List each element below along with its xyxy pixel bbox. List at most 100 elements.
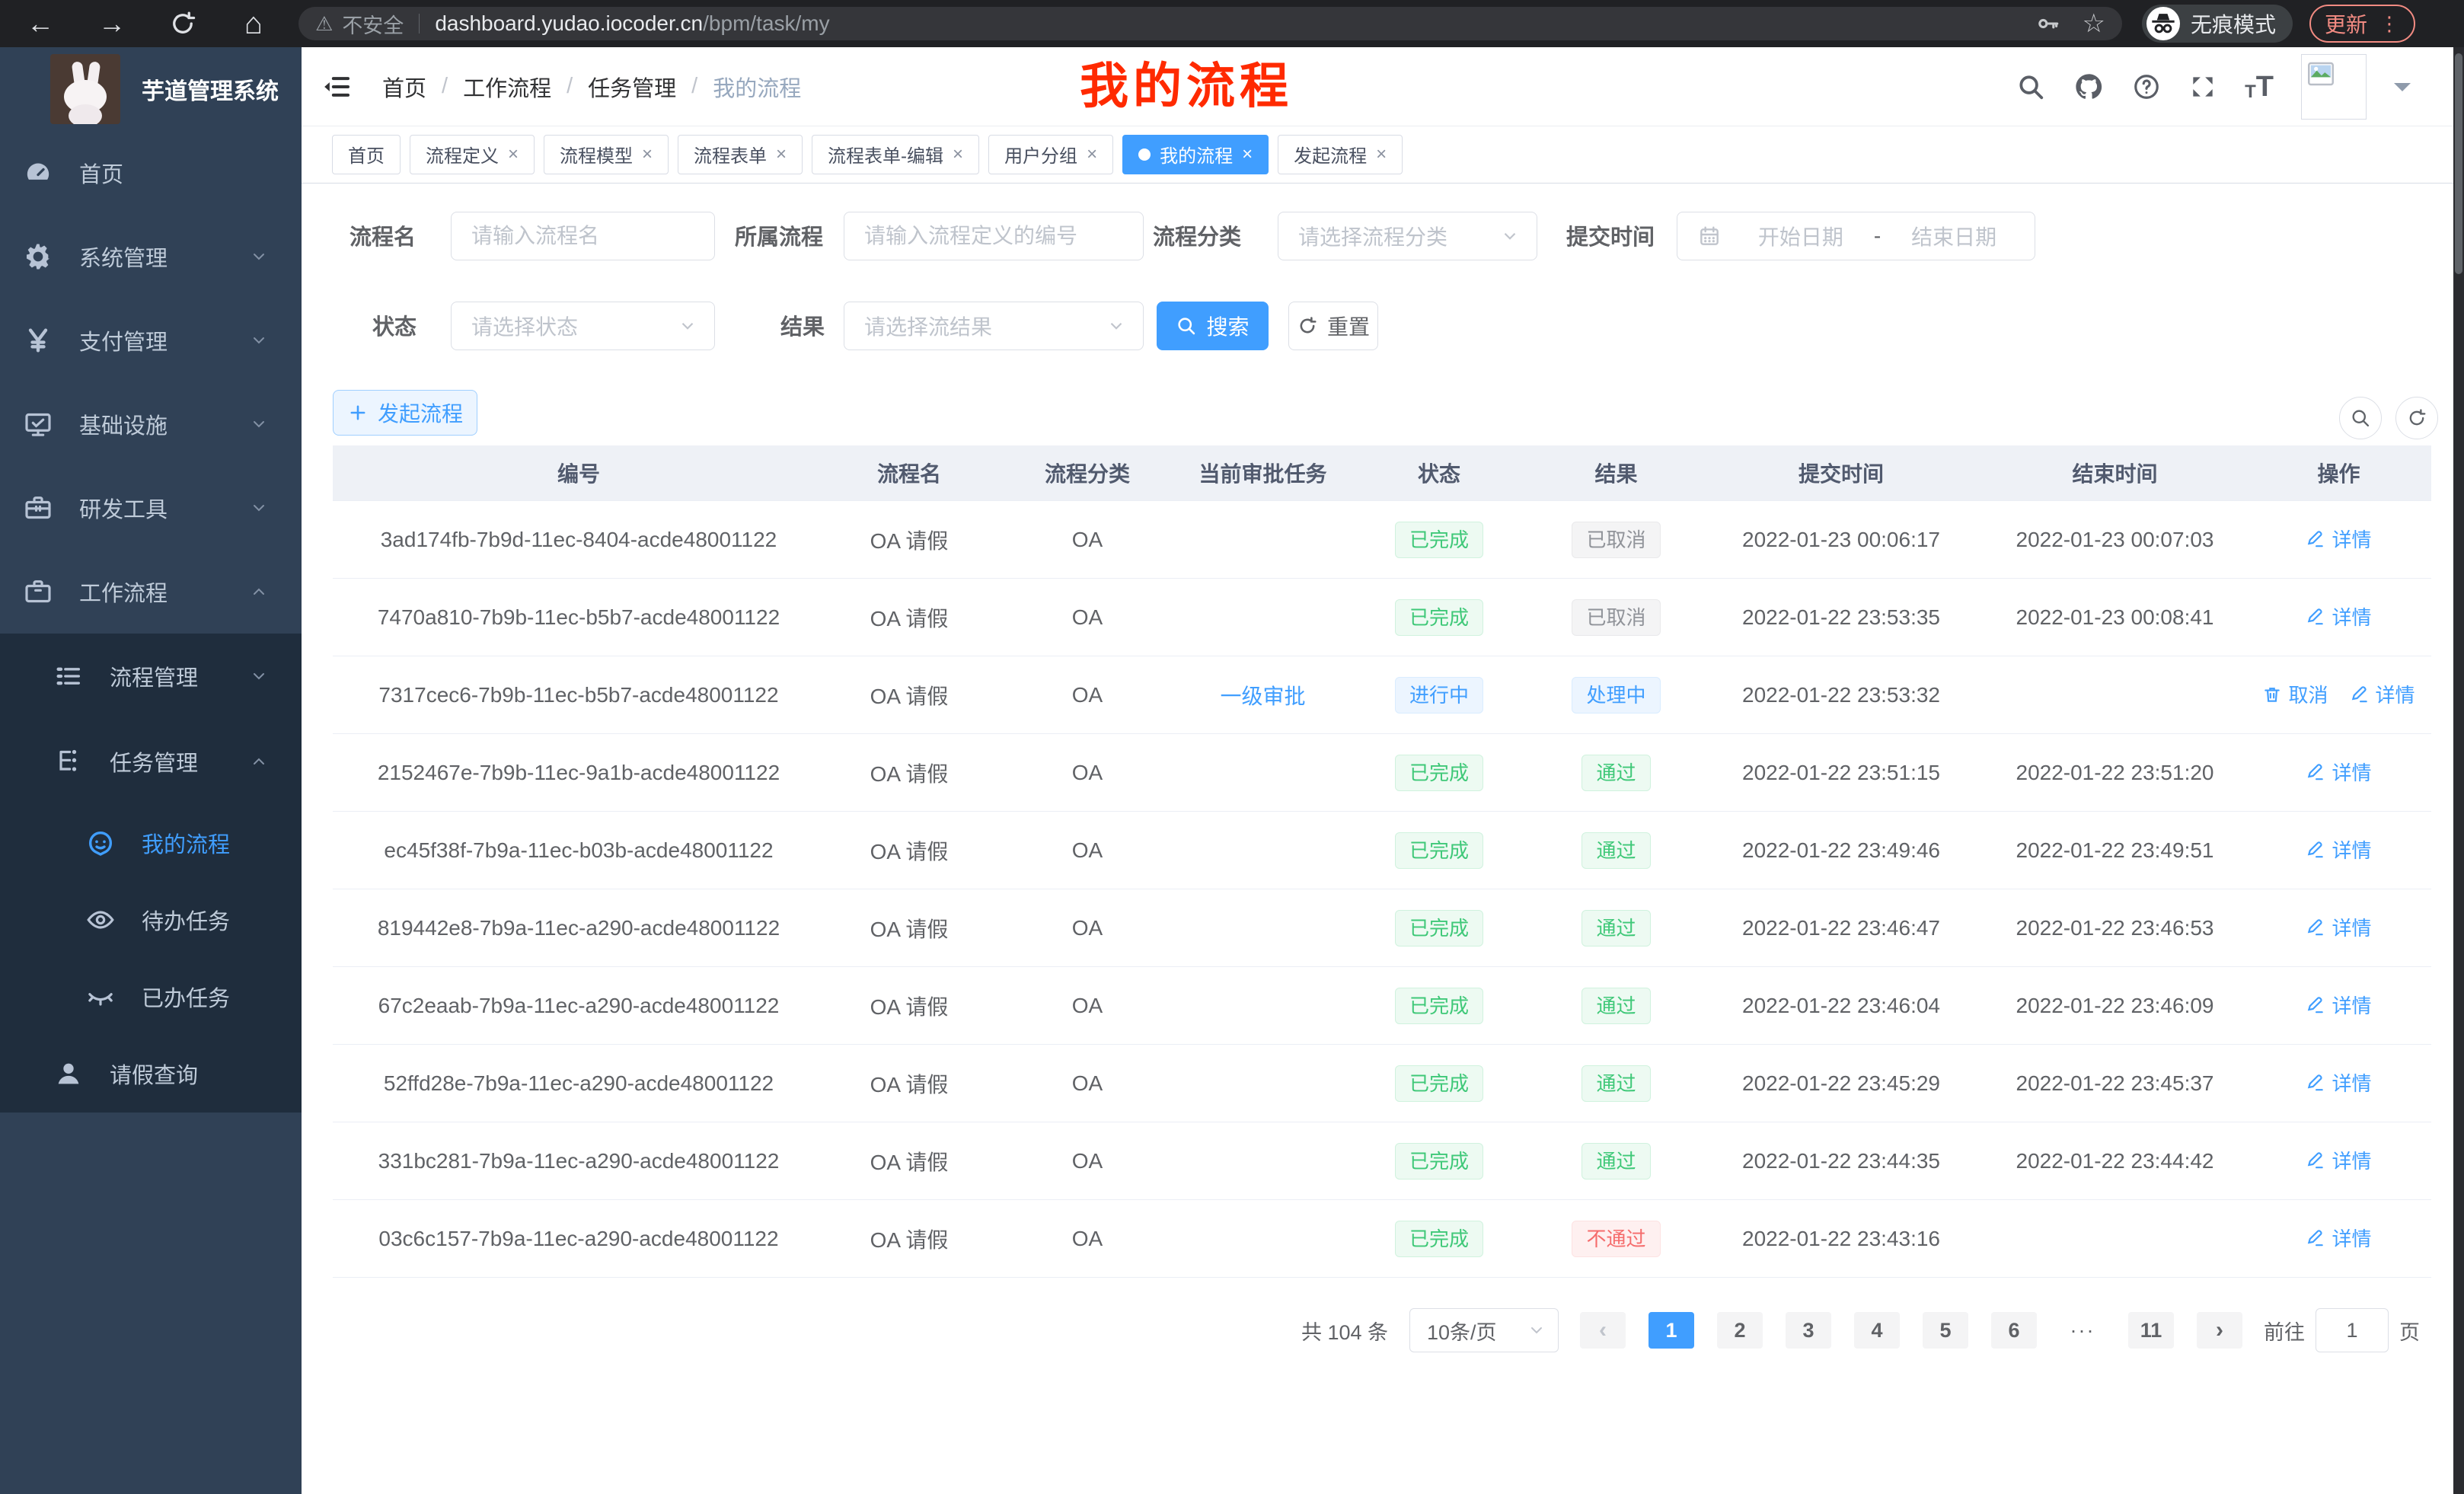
cell-result: 不通过 — [1534, 1200, 1699, 1278]
cancel-link[interactable]: 取消 — [2262, 680, 2328, 708]
incognito-label: 无痕模式 — [2191, 8, 2276, 39]
sidebar-item-label: 研发工具 — [79, 492, 168, 524]
search-button[interactable]: 搜索 — [1157, 302, 1269, 350]
tab-home[interactable]: 首页 — [332, 135, 401, 174]
submit-time-range-picker[interactable]: 开始日期 - 结束日期 — [1677, 212, 2035, 260]
goto-page-input[interactable] — [2316, 1308, 2389, 1352]
page-button-1[interactable]: 1 — [1649, 1312, 1694, 1349]
close-icon[interactable]: × — [953, 144, 963, 165]
tab-process-form[interactable]: 流程表单× — [678, 135, 803, 174]
result-badge: 不通过 — [1572, 1221, 1660, 1257]
result-filter-select[interactable]: 请选择流结果 — [844, 302, 1144, 350]
fullscreen-icon[interactable] — [2188, 72, 2217, 101]
cell-current-task[interactable]: 一级审批 — [1181, 656, 1345, 734]
sidebar-item-infrastructure[interactable]: 基础设施 — [0, 382, 302, 466]
table-row: 52ffd28e-7b9a-11ec-a290-acde48001122OA 请… — [333, 1045, 2431, 1122]
cell-status: 已完成 — [1345, 1200, 1534, 1278]
address-bar[interactable]: ⚠ 不安全 dashboard.yudao.iocoder.cn /bpm/ta… — [298, 7, 2122, 40]
breadcrumb-item[interactable]: 首页 — [382, 71, 426, 103]
breadcrumb-separator: / — [691, 74, 697, 99]
toggle-search-button[interactable] — [2339, 397, 2382, 439]
definition-filter-input[interactable] — [844, 212, 1144, 260]
create-process-button[interactable]: 发起流程 — [333, 390, 477, 436]
status-filter-select[interactable]: 请选择状态 — [451, 302, 715, 350]
hamburger-icon[interactable] — [321, 72, 352, 102]
close-icon[interactable]: × — [508, 144, 519, 165]
close-icon[interactable]: × — [642, 144, 653, 165]
update-button[interactable]: 更新 ⋮ — [2309, 5, 2415, 43]
sidebar-item-workflow[interactable]: 工作流程 — [0, 550, 302, 634]
detail-link[interactable]: 详情 — [2350, 680, 2415, 708]
detail-link[interactable]: 详情 — [2306, 1068, 2371, 1097]
tab-my-process[interactable]: 我的流程× — [1122, 135, 1269, 174]
sidebar-item-my-process[interactable]: 我的流程 — [0, 804, 302, 881]
sidebar-item-system[interactable]: 系统管理 — [0, 215, 302, 298]
sidebar-item-process-mgmt[interactable]: 流程管理 — [0, 634, 302, 719]
back-icon[interactable]: ← — [26, 9, 55, 38]
cell-result: 已取消 — [1534, 579, 1699, 656]
scrollbar-thumb[interactable] — [2455, 53, 2462, 274]
category-placeholder: 请选择流程分类 — [1298, 221, 1500, 251]
next-page-button[interactable]: › — [2197, 1312, 2242, 1349]
detail-link[interactable]: 详情 — [2306, 602, 2371, 630]
category-filter-select[interactable]: 请选择流程分类 — [1278, 212, 1537, 260]
breadcrumb-item[interactable]: 任务管理 — [588, 71, 676, 103]
password-key-icon[interactable] — [2035, 11, 2060, 37]
reset-button[interactable]: 重置 — [1288, 302, 1378, 350]
forward-icon[interactable]: → — [97, 9, 126, 38]
detail-link[interactable]: 详情 — [2306, 991, 2371, 1019]
name-filter-input[interactable] — [451, 212, 715, 260]
tab-process-model[interactable]: 流程模型× — [544, 135, 669, 174]
page-scrollbar — [2453, 47, 2464, 1494]
bookmark-star-icon[interactable]: ☆ — [2082, 8, 2105, 39]
tab-start-process[interactable]: 发起流程 × — [1278, 135, 1403, 174]
name-filter-label: 流程名 — [317, 222, 416, 253]
tab-user-group[interactable]: 用户分组 × — [988, 135, 1113, 174]
font-size-icon[interactable]: TT — [2245, 72, 2274, 101]
detail-link[interactable]: 详情 — [2306, 1224, 2371, 1252]
tab-process-form-edit[interactable]: 流程表单-编辑× — [812, 135, 979, 174]
home-icon[interactable]: ⌂ — [239, 9, 268, 38]
github-icon[interactable] — [2073, 71, 2105, 103]
app-logo-row[interactable]: 芋道管理系统 — [0, 47, 302, 131]
detail-link[interactable]: 详情 — [2306, 758, 2371, 786]
sidebar-item-home[interactable]: 首页 — [0, 131, 302, 215]
process-table: 编号流程名流程分类当前审批任务状态结果提交时间结束时间操作3ad174fb-7b… — [333, 445, 2431, 1278]
tab-process-definition[interactable]: 流程定义× — [410, 135, 535, 174]
sidebar-item-task-mgmt[interactable]: 任务管理 — [0, 719, 302, 804]
page-button-5[interactable]: 5 — [1923, 1312, 1968, 1349]
browser-menu-icon[interactable]: ⋮ — [2379, 12, 2400, 36]
tab-label: 发起流程 — [1294, 141, 1367, 168]
close-icon[interactable]: × — [1087, 144, 1097, 165]
reload-icon[interactable] — [169, 10, 196, 37]
sidebar-item-done-tasks[interactable]: 已办任务 — [0, 958, 302, 1035]
refresh-table-button[interactable] — [2395, 397, 2438, 439]
prev-page-button[interactable]: ‹ — [1580, 1312, 1626, 1349]
help-icon[interactable] — [2132, 72, 2161, 101]
breadcrumb-item[interactable]: 工作流程 — [463, 71, 551, 103]
tab-label: 用户分组 — [1004, 141, 1077, 168]
sidebar-item-dev-tools[interactable]: 研发工具 — [0, 466, 302, 550]
sidebar-item-todo-tasks[interactable]: 待办任务 — [0, 881, 302, 958]
detail-link[interactable]: 详情 — [2306, 835, 2371, 864]
close-icon[interactable]: × — [1376, 144, 1387, 165]
page-button-4[interactable]: 4 — [1854, 1312, 1900, 1349]
cell-process-id: 7470a810-7b9b-11ec-b5b7-acde48001122 — [333, 579, 825, 656]
sidebar-item-leave-query[interactable]: 请假查询 — [0, 1035, 302, 1113]
page-size-select[interactable]: 10条/页 — [1409, 1308, 1559, 1352]
sidebar-item-payment[interactable]: 支付管理 — [0, 298, 302, 382]
close-icon[interactable]: × — [776, 144, 787, 165]
action-label: 详情 — [2332, 758, 2371, 786]
page-button-11[interactable]: 11 — [2128, 1312, 2174, 1349]
avatar-caret-icon[interactable] — [2394, 83, 2411, 100]
page-button-3[interactable]: 3 — [1786, 1312, 1831, 1349]
search-icon[interactable] — [2016, 72, 2045, 101]
avatar[interactable] — [2301, 54, 2367, 120]
edit-icon — [2306, 918, 2325, 937]
page-button-2[interactable]: 2 — [1717, 1312, 1763, 1349]
close-icon[interactable]: × — [1242, 144, 1253, 165]
detail-link[interactable]: 详情 — [2306, 525, 2371, 553]
detail-link[interactable]: 详情 — [2306, 1146, 2371, 1174]
detail-link[interactable]: 详情 — [2306, 913, 2371, 941]
page-button-6[interactable]: 6 — [1991, 1312, 2037, 1349]
